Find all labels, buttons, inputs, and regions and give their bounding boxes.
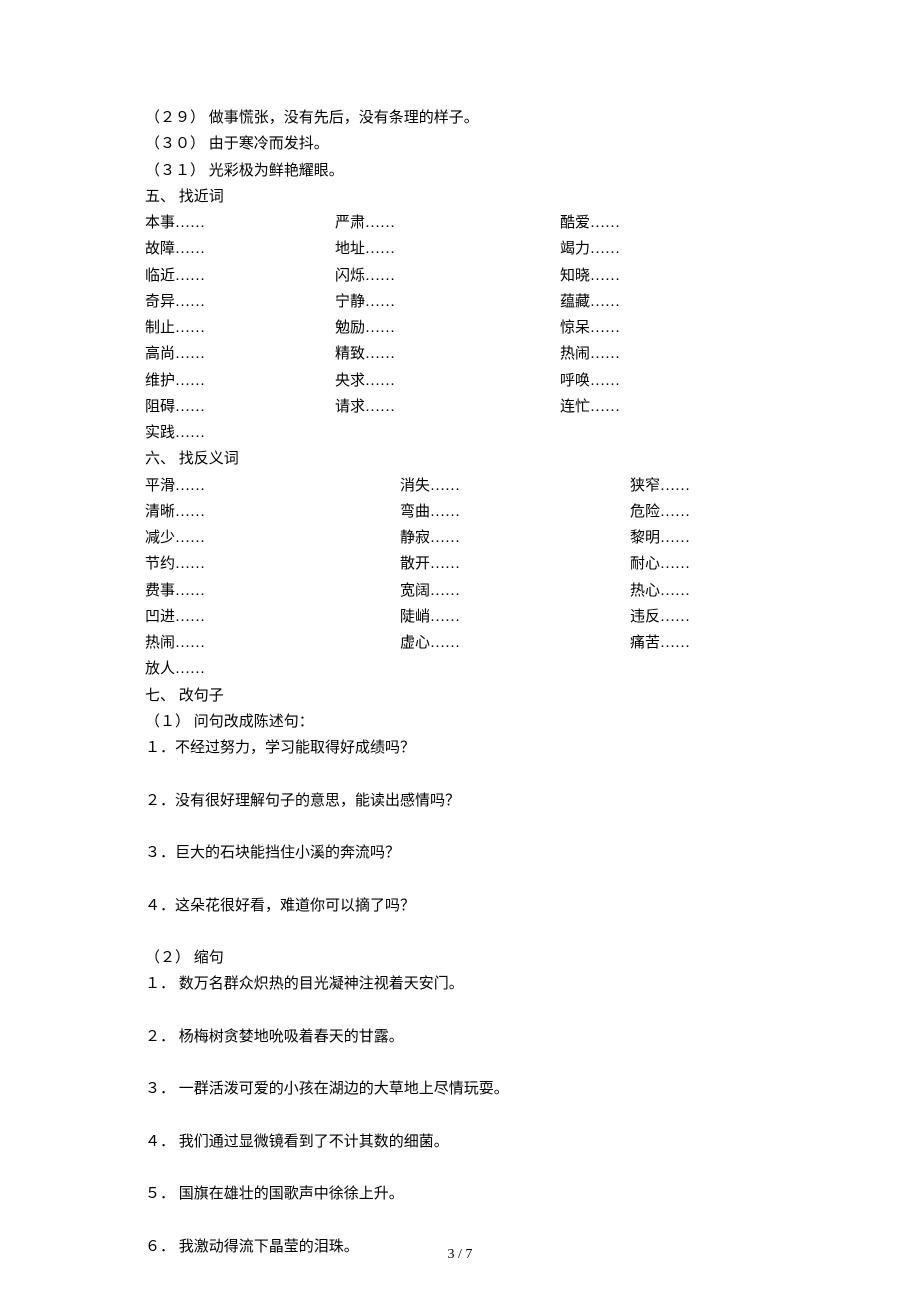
syn-cell: 蕴藏…… — [560, 289, 780, 315]
ant-cell: 热心…… — [630, 578, 780, 604]
syn-cell: 本事…… — [145, 210, 335, 236]
syn-cell: 维护…… — [145, 368, 335, 394]
ant-cell: 费事…… — [145, 578, 400, 604]
syn-cell — [335, 420, 560, 446]
section-6-heading: 六、 找反义词 — [145, 446, 780, 472]
q-item: ２．没有很好理解句子的意思，能读出感情吗？ — [145, 788, 780, 814]
ant-cell: 平滑…… — [145, 473, 400, 499]
syn-cell: 临近…… — [145, 263, 335, 289]
syn-cell: 奇异…… — [145, 289, 335, 315]
s-item: １． 数万名群众炽热的目光凝神注视着天安门。 — [145, 971, 780, 997]
ant-cell: 狭窄…… — [630, 473, 780, 499]
ant-cell: 宽阔…… — [400, 578, 630, 604]
ant-cell: 弯曲…… — [400, 499, 630, 525]
item-31: （３１） 光彩极为鲜艳耀眼。 — [145, 158, 780, 184]
syn-cell: 地址…… — [335, 236, 560, 262]
item-30: （３０） 由于寒冷而发抖。 — [145, 131, 780, 157]
s-item: ２． 杨梅树贪婪地吮吸着春天的甘露。 — [145, 1024, 780, 1050]
syn-cell: 热闹…… — [560, 341, 780, 367]
ant-cell — [400, 656, 630, 682]
syn-cell: 严肃…… — [335, 210, 560, 236]
ant-cell: 陡峭…… — [400, 604, 630, 630]
syn-cell: 精致…… — [335, 341, 560, 367]
ant-cell: 静寂…… — [400, 525, 630, 551]
syn-cell: 连忙…… — [560, 394, 780, 420]
syn-cell — [560, 420, 780, 446]
ant-cell: 黎明…… — [630, 525, 780, 551]
ant-cell: 耐心…… — [630, 551, 780, 577]
ant-cell — [630, 656, 780, 682]
syn-cell: 竭力…… — [560, 236, 780, 262]
syn-cell: 知晓…… — [560, 263, 780, 289]
syn-cell: 闪烁…… — [335, 263, 560, 289]
syn-cell: 宁静…… — [335, 289, 560, 315]
ant-cell: 散开…… — [400, 551, 630, 577]
section-7-heading: 七、 改句子 — [145, 683, 780, 709]
ant-cell: 违反…… — [630, 604, 780, 630]
ant-cell: 清晰…… — [145, 499, 400, 525]
ant-cell: 消失…… — [400, 473, 630, 499]
s-item: ３． 一群活泼可爱的小孩在湖边的大草地上尽情玩耍。 — [145, 1076, 780, 1102]
syn-cell: 高尚…… — [145, 341, 335, 367]
q-item: １．不经过努力，学习能取得好成绩吗？ — [145, 735, 780, 761]
ant-cell: 危险…… — [630, 499, 780, 525]
syn-cell: 勉励…… — [335, 315, 560, 341]
syn-cell: 央求…… — [335, 368, 560, 394]
page-number: 3 / 7 — [0, 1243, 920, 1268]
section-5-heading: 五、 找近词 — [145, 184, 780, 210]
item-29: （２９） 做事慌张，没有先后，没有条理的样子。 — [145, 105, 780, 131]
sub1-heading: （１） 问句改成陈述句： — [145, 709, 780, 735]
syn-cell: 呼唤…… — [560, 368, 780, 394]
syn-cell: 请求…… — [335, 394, 560, 420]
ant-cell: 节约…… — [145, 551, 400, 577]
ant-cell: 热闹…… — [145, 630, 400, 656]
ant-cell: 凹进…… — [145, 604, 400, 630]
ant-cell: 放人…… — [145, 656, 400, 682]
ant-cell: 减少…… — [145, 525, 400, 551]
q-item: ４．这朵花很好看，难道你可以摘了吗？ — [145, 893, 780, 919]
s-item: ４． 我们通过显微镜看到了不计其数的细菌。 — [145, 1129, 780, 1155]
syn-cell: 制止…… — [145, 315, 335, 341]
syn-cell: 实践…… — [145, 420, 335, 446]
ant-cell: 痛苦…… — [630, 630, 780, 656]
syn-cell: 故障…… — [145, 236, 335, 262]
q-item: ３．巨大的石块能挡住小溪的奔流吗？ — [145, 840, 780, 866]
syn-cell: 酷爱…… — [560, 210, 780, 236]
ant-cell: 虚心…… — [400, 630, 630, 656]
s-item: ５． 国旗在雄壮的国歌声中徐徐上升。 — [145, 1181, 780, 1207]
sub2-heading: （２） 缩句 — [145, 945, 780, 971]
syn-cell: 阻碍…… — [145, 394, 335, 420]
syn-cell: 惊呆…… — [560, 315, 780, 341]
